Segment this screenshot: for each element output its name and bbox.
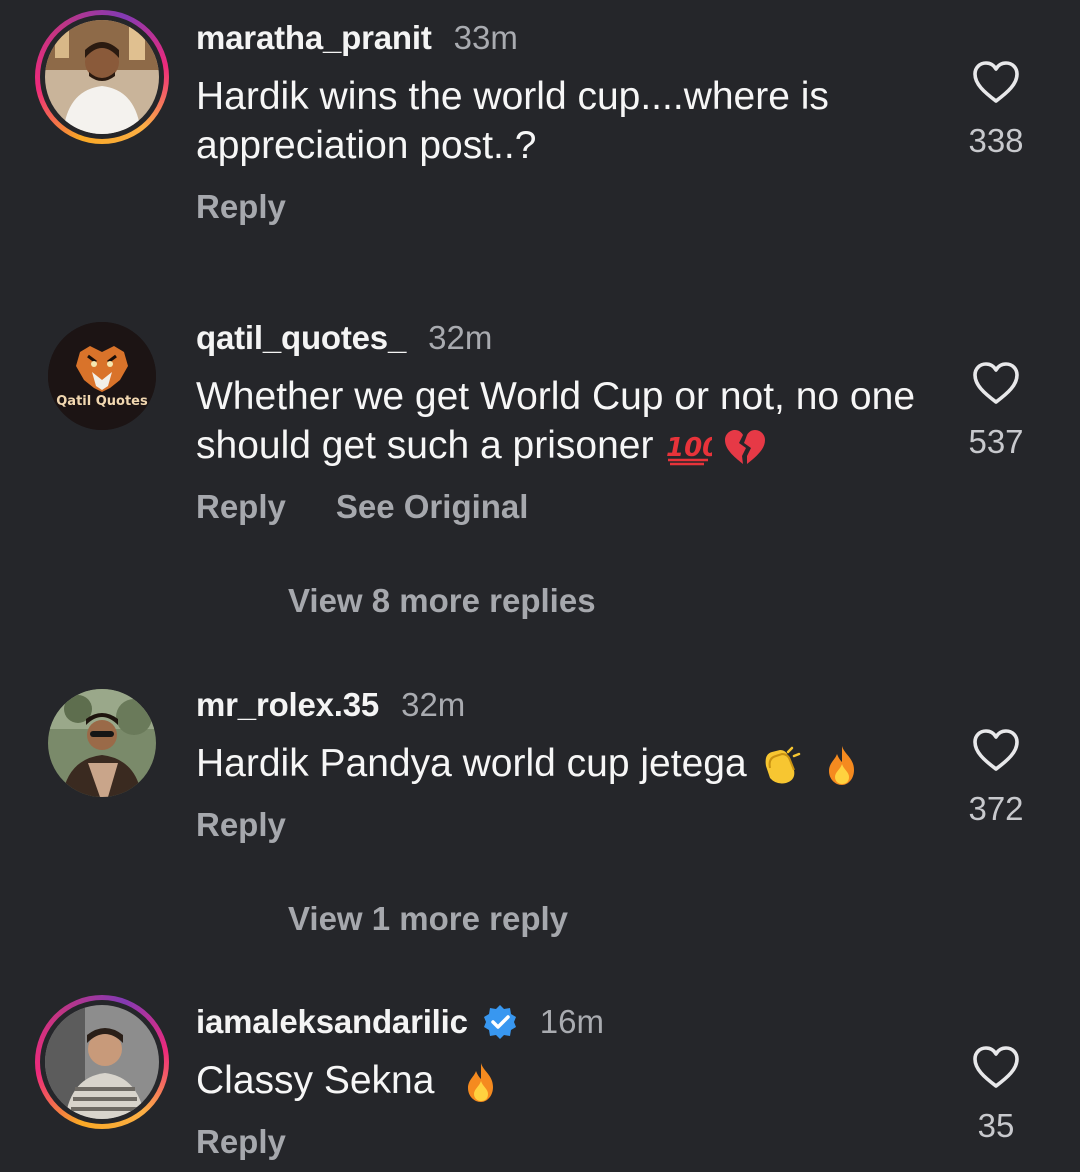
svg-text:100: 100 — [666, 433, 712, 463]
like-count: 35 — [977, 1107, 1015, 1144]
heart-outline-icon[interactable] — [972, 728, 1020, 772]
heart-outline-icon[interactable] — [972, 1045, 1020, 1089]
verified-badge-icon — [482, 1004, 518, 1040]
view-more-replies-button[interactable]: View 8 more replies — [288, 582, 596, 620]
comment-timestamp: 32m — [401, 686, 466, 723]
like-control: 537 — [956, 361, 1036, 461]
avatar[interactable] — [48, 689, 156, 797]
like-count: 372 — [968, 790, 1024, 827]
comment-text: Whether we get World Cup or not, no one … — [196, 375, 916, 467]
clapping-hands-emoji — [765, 746, 800, 784]
fire-emoji — [468, 1062, 494, 1102]
like-count: 537 — [968, 423, 1024, 460]
fire-emoji — [829, 745, 855, 785]
avatar-story-ring[interactable] — [35, 995, 169, 1129]
comment-username[interactable]: maratha_pranit — [196, 19, 432, 57]
comment-timestamp: 33m — [453, 19, 518, 56]
comments-list: maratha_pranit 33m Hardik wins the world… — [0, 0, 1080, 1172]
comment-username[interactable]: qatil_quotes_ — [196, 319, 406, 357]
broken-heart-emoji — [725, 429, 766, 464]
like-control: 338 — [956, 60, 1036, 160]
hundred-points-emoji: 100 — [666, 433, 712, 465]
comment-username[interactable]: mr_rolex.35 — [196, 686, 379, 724]
comment-text: Hardik Pandya world cup jetega — [196, 739, 916, 788]
see-original-button[interactable]: See Original — [336, 488, 529, 526]
comment-timestamp: 32m — [428, 319, 493, 356]
comment-username[interactable]: iamaleksandarilic — [196, 1003, 468, 1041]
heart-outline-icon[interactable] — [972, 361, 1020, 405]
avatar-story-ring[interactable] — [35, 10, 169, 144]
tiger-logo-icon — [48, 322, 156, 430]
reply-button[interactable]: Reply — [196, 1123, 286, 1161]
comment-text: Classy Sekna — [196, 1056, 916, 1105]
avatar — [45, 1005, 159, 1119]
view-more-replies-button[interactable]: View 1 more reply — [288, 900, 568, 938]
avatar[interactable]: Qatil Quotes — [48, 322, 156, 430]
reply-button[interactable]: Reply — [196, 806, 286, 844]
comment-text: Hardik wins the world cup....where is ap… — [196, 75, 829, 167]
avatar-brand-text: Qatil Quotes — [56, 394, 148, 409]
heart-outline-icon[interactable] — [972, 60, 1020, 104]
like-count: 338 — [968, 122, 1024, 159]
comment-timestamp: 16m — [539, 1003, 604, 1040]
reply-button[interactable]: Reply — [196, 188, 286, 226]
like-control: 372 — [956, 728, 1036, 828]
reply-button[interactable]: Reply — [196, 488, 286, 526]
like-control: 35 — [956, 1045, 1036, 1145]
avatar — [45, 20, 159, 134]
